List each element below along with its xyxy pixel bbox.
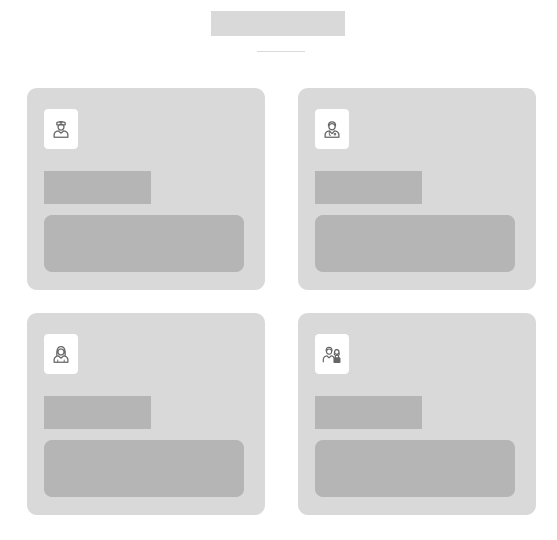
card-3[interactable] <box>27 313 265 515</box>
card-2[interactable] <box>298 88 536 290</box>
title-underline <box>257 51 305 52</box>
card-1-description <box>44 215 244 272</box>
card-2-icon-tile <box>315 109 349 149</box>
card-4[interactable] <box>298 313 536 515</box>
card-2-description <box>315 215 515 272</box>
card-1-icon-tile <box>44 109 78 149</box>
card-3-title <box>44 396 151 429</box>
card-1[interactable] <box>27 88 265 290</box>
female-user-icon <box>50 343 72 365</box>
card-3-icon-tile <box>44 334 78 374</box>
card-3-description <box>44 440 244 497</box>
page-title <box>211 11 345 36</box>
page <box>0 0 557 540</box>
card-4-title <box>315 396 422 429</box>
card-4-description <box>315 440 515 497</box>
card-1-title <box>44 171 151 204</box>
nurse-icon <box>50 118 72 140</box>
card-4-icon-tile <box>315 334 349 374</box>
doctor-icon <box>321 118 343 140</box>
group-lock-icon <box>321 343 343 365</box>
card-2-title <box>315 171 422 204</box>
